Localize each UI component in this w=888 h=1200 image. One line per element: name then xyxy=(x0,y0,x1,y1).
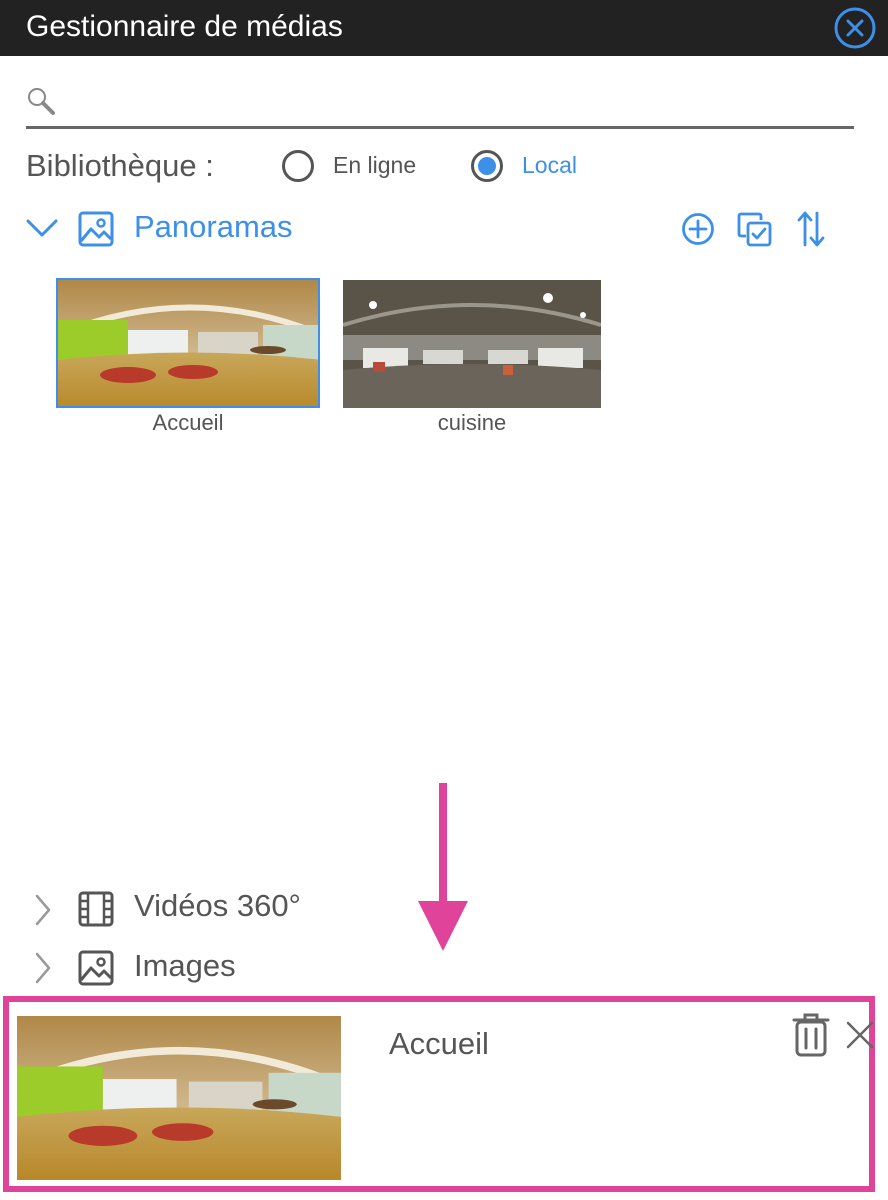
section-panoramas-toggle[interactable]: Panoramas xyxy=(26,208,326,250)
down-arrow-icon xyxy=(418,783,468,951)
image-icon xyxy=(78,211,114,247)
panorama-thumbnail-accueil[interactable]: Accueil xyxy=(56,278,320,442)
selected-media-name: Accueil xyxy=(389,1026,489,1061)
panorama-name: Accueil xyxy=(152,410,224,435)
panorama-thumbnail-cuisine[interactable]: cuisine xyxy=(343,280,601,442)
add-panorama-button[interactable] xyxy=(681,212,715,246)
chevron-right-icon xyxy=(35,894,51,926)
search-input[interactable] xyxy=(64,84,848,122)
panorama-name: cuisine xyxy=(437,410,507,435)
radio-label: En ligne xyxy=(333,152,417,178)
section-title-panoramas: Panoramas xyxy=(134,209,293,244)
sort-button[interactable] xyxy=(796,210,826,248)
section-images-toggle[interactable]: Images xyxy=(26,946,286,992)
trash-icon xyxy=(792,1013,830,1057)
section-title-images: Images xyxy=(134,948,236,983)
selected-media-panel: Accueil xyxy=(3,996,875,1192)
section-videos-toggle[interactable]: Vidéos 360° xyxy=(26,886,346,932)
radio-label: Local xyxy=(522,152,577,178)
close-button[interactable] xyxy=(833,6,877,50)
radio-local[interactable]: Local xyxy=(471,150,591,184)
title-bar: Gestionnaire de médias xyxy=(0,0,888,56)
window-title: Gestionnaire de médias xyxy=(26,10,343,43)
search-icon xyxy=(28,88,55,115)
film-icon xyxy=(78,891,114,927)
close-icon xyxy=(834,7,876,49)
library-label: Bibliothèque : xyxy=(26,148,214,183)
section-title-videos: Vidéos 360° xyxy=(134,888,301,923)
panorama-image xyxy=(343,280,601,408)
radio-en-ligne[interactable]: En ligne xyxy=(282,150,432,184)
search-bar xyxy=(26,80,854,129)
add-icon xyxy=(682,213,714,245)
radio-circle xyxy=(282,150,314,182)
select-all-button[interactable] xyxy=(737,212,773,248)
sort-icon xyxy=(797,211,825,247)
chevron-right-icon xyxy=(35,952,51,984)
delete-button[interactable] xyxy=(791,1012,831,1058)
image-icon xyxy=(78,950,114,986)
close-selection-button[interactable] xyxy=(845,1020,875,1050)
selected-media-image xyxy=(17,1016,341,1180)
chevron-down-icon xyxy=(26,219,58,237)
panorama-image xyxy=(56,278,320,408)
radio-circle-checked xyxy=(471,150,503,182)
close-x-icon xyxy=(846,1021,874,1049)
select-all-icon xyxy=(737,212,772,247)
